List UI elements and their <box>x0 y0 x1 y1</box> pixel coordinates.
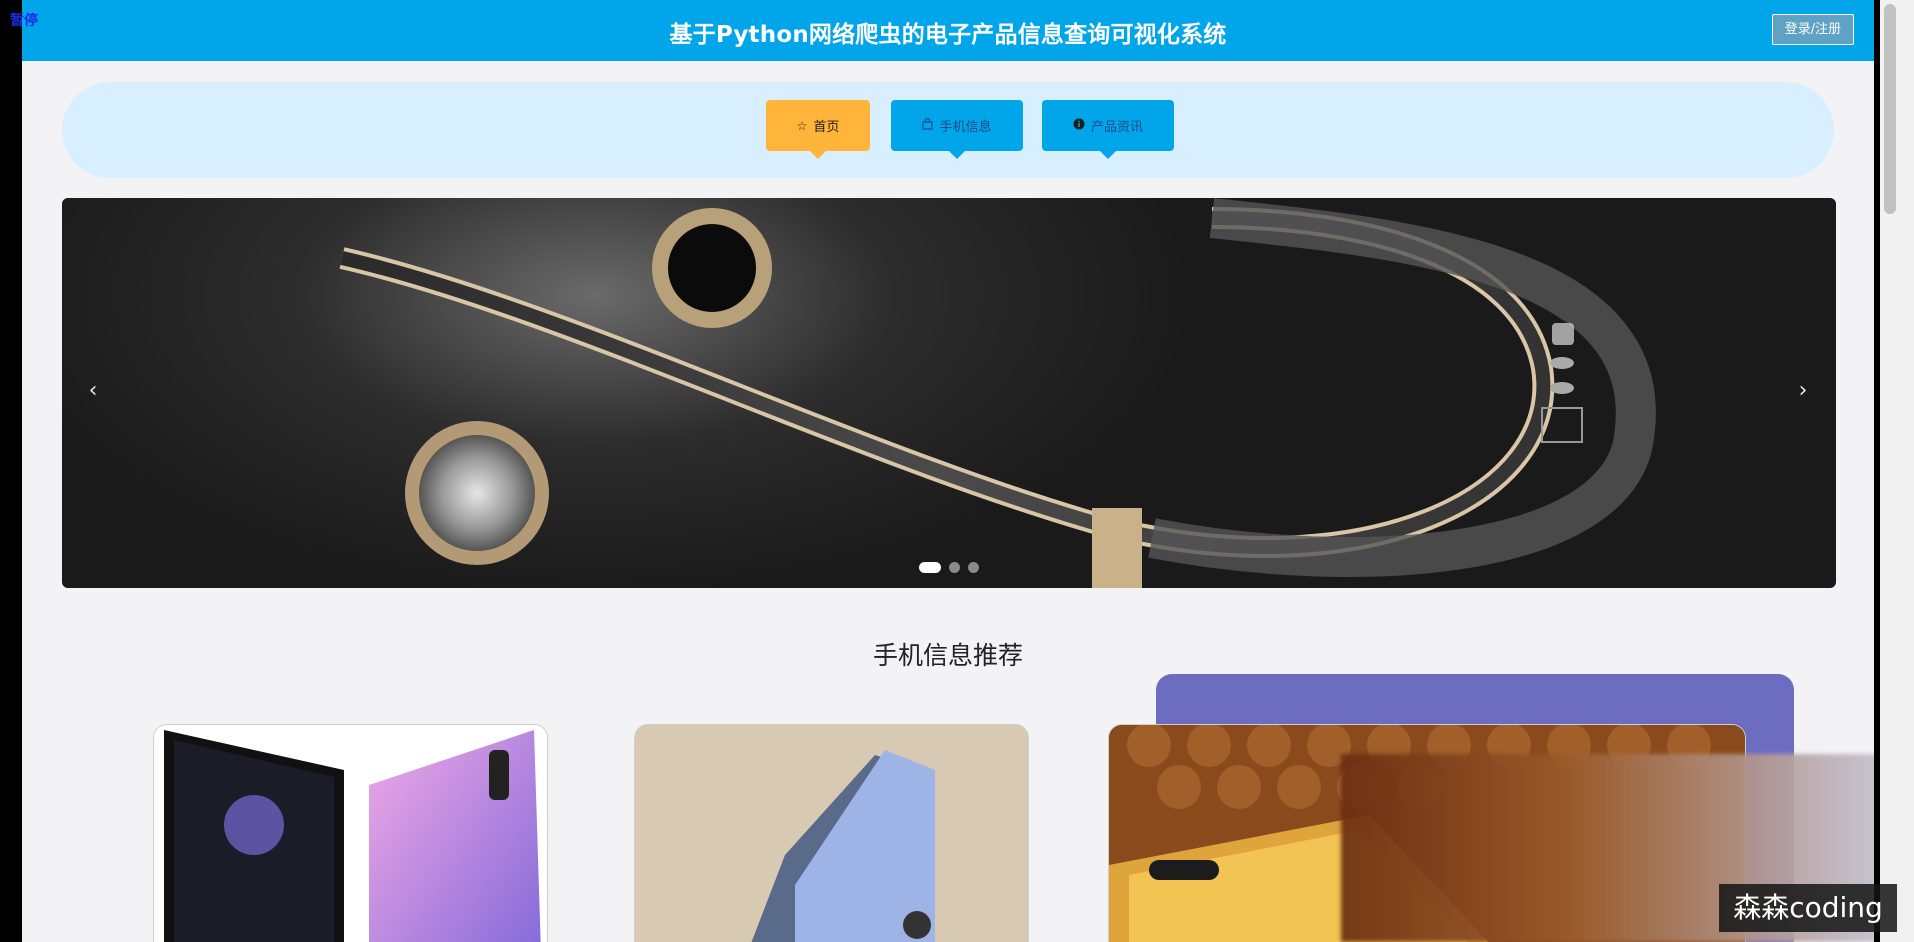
carousel-prev-button[interactable]: ‹ <box>78 376 108 406</box>
star-outline-icon: ☆ <box>796 118 808 133</box>
nav-item-home[interactable]: ☆ 首页 <box>766 100 870 159</box>
bag-icon <box>922 117 934 133</box>
page-scrollbar[interactable] <box>1880 0 1896 942</box>
nav-item-product-news[interactable]: 产品资讯 <box>1042 100 1174 159</box>
nav-item-label: 产品资讯 <box>1090 120 1143 135</box>
nav-item-label: 首页 <box>813 120 840 135</box>
section-title: 手机信息推荐 <box>872 641 1023 670</box>
carousel-dot-1[interactable] <box>919 562 941 573</box>
carousel-dot-3[interactable] <box>968 562 979 573</box>
window-edge <box>1896 0 1914 942</box>
headphones-banner-image <box>339 198 1656 588</box>
watermark-label: 森森coding <box>1719 884 1897 932</box>
info-circle-icon <box>1073 118 1085 133</box>
pause-indicator[interactable]: 暂停 <box>10 10 38 30</box>
carousel-indicators <box>919 562 979 573</box>
scrollbar-thumb[interactable] <box>1884 4 1896 214</box>
phone-image-flip-blue <box>635 725 1028 942</box>
site-title: 基于Python网络爬虫的电子产品信息查询可视化系统 <box>669 22 1227 48</box>
site-header: 基于Python网络爬虫的电子产品信息查询可视化系统 登录/注册 <box>22 0 1874 61</box>
login-register-button[interactable]: 登录/注册 <box>1772 14 1854 45</box>
web-page: 基于Python网络爬虫的电子产品信息查询可视化系统 登录/注册 ☆ 首页 手机… <box>22 0 1874 942</box>
banner-carousel[interactable]: ‹ › <box>62 198 1836 588</box>
phone-card-2[interactable] <box>634 724 1029 942</box>
phone-card-1[interactable] <box>153 724 548 942</box>
phone-image-foldable-purple <box>164 730 541 942</box>
carousel-next-button[interactable]: › <box>1788 376 1818 406</box>
nav-item-phone-info[interactable]: 手机信息 <box>891 100 1023 159</box>
main-nav: ☆ 首页 手机信息 产品资讯 <box>62 82 1834 178</box>
carousel-dot-2[interactable] <box>949 562 960 573</box>
nav-item-label: 手机信息 <box>939 120 992 135</box>
